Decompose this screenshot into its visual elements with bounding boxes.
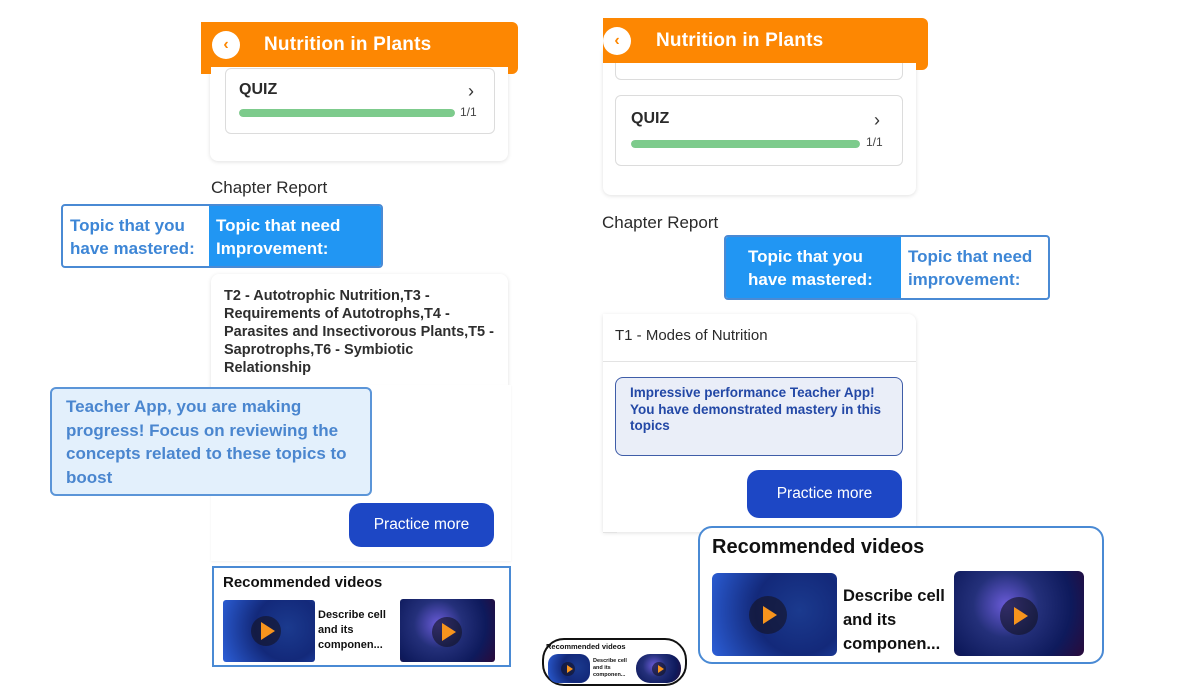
practice-more-button[interactable]: Practice more xyxy=(747,470,902,518)
quiz-label: QUIZ xyxy=(239,81,278,98)
chevron-left-icon: ‹ xyxy=(614,31,620,49)
play-icon xyxy=(652,662,666,676)
recommended-videos-section: Recommended videos Describe cell and its… xyxy=(698,526,1104,664)
header-notch xyxy=(201,66,211,74)
tab-improvement[interactable]: Topic that need Improvement: xyxy=(209,206,381,266)
header-notch xyxy=(508,66,518,74)
recommended-videos-title: Recommended videos xyxy=(712,536,925,558)
tab-mastered[interactable]: Topic that you have mastered: xyxy=(726,237,901,298)
chapter-report-title: Chapter Report xyxy=(602,213,719,232)
recommended-videos-section: Recommended videos Describe cell and its… xyxy=(212,566,511,667)
practice-more-button[interactable]: Practice more xyxy=(349,503,494,547)
play-icon xyxy=(561,662,575,676)
quiz-item[interactable]: QUIZ › 1/1 xyxy=(225,68,495,134)
video-title[interactable]: Describe cell and its componen... xyxy=(318,608,393,653)
neuron-video-thumbnail[interactable] xyxy=(712,573,837,656)
preview-video-title: Describe cell and its componen... xyxy=(593,658,627,678)
quiz-progress-count: 1/1 xyxy=(866,135,883,149)
quiz-item[interactable]: QUIZ › 1/1 xyxy=(615,95,903,166)
quiz-progress-bar xyxy=(239,109,455,117)
chapter-report-title: Chapter Report xyxy=(211,178,328,197)
topic-toggle: Topic that you have mastered: Topic that… xyxy=(724,235,1050,300)
brain-video-thumbnail[interactable] xyxy=(954,571,1084,656)
back-button[interactable]: ‹ xyxy=(212,30,240,59)
recommended-videos-preview: Recommended videos Describe cell and its… xyxy=(542,638,687,686)
neuron-video-thumbnail[interactable] xyxy=(223,600,315,662)
play-icon xyxy=(749,596,787,634)
header-notch xyxy=(916,62,928,70)
play-icon xyxy=(251,616,281,646)
header-title: Nutrition in Plants xyxy=(656,29,824,51)
quiz-progress-count: 1/1 xyxy=(460,105,477,119)
quiz-progress-fill xyxy=(239,109,455,117)
mastery-message: Impressive performance Teacher App! You … xyxy=(615,377,903,456)
tab-mastered[interactable]: Topic that you have mastered: xyxy=(63,206,209,266)
header-title: Nutrition in Plants xyxy=(264,33,432,55)
app-header: ‹ Nutrition in Plants xyxy=(603,18,928,63)
play-icon xyxy=(1000,597,1038,635)
progress-message: Teacher App, you are making progress! Fo… xyxy=(50,387,372,496)
tab-improvement[interactable]: Topic that need improvement: xyxy=(901,237,1048,298)
brain-video-thumbnail[interactable] xyxy=(400,599,495,662)
quiz-progress-fill xyxy=(631,140,860,148)
chevron-left-icon: ‹ xyxy=(223,35,229,53)
play-icon xyxy=(432,617,462,647)
chevron-right-icon: › xyxy=(468,81,474,101)
quiz-label: QUIZ xyxy=(631,110,670,127)
recommended-videos-title: Recommended videos xyxy=(223,574,383,591)
divider xyxy=(603,532,617,533)
app-header: ‹ Nutrition in Plants xyxy=(201,22,518,67)
brain-video-thumbnail[interactable] xyxy=(636,654,681,683)
preview-title: Recommended videos xyxy=(546,642,626,651)
topic-toggle: Topic that you have mastered: Topic that… xyxy=(61,204,383,268)
divider xyxy=(603,361,916,362)
neuron-video-thumbnail[interactable] xyxy=(548,654,590,683)
video-title[interactable]: Describe cell and its componen... xyxy=(843,584,953,656)
improvement-topics: T2 - Autotrophic Nutrition,T3 - Requirem… xyxy=(224,288,494,376)
quiz-progress-bar xyxy=(631,140,860,148)
back-button[interactable]: ‹ xyxy=(603,26,631,55)
chevron-right-icon: › xyxy=(874,110,880,130)
mastered-topics: T1 - Modes of Nutrition xyxy=(615,327,768,344)
